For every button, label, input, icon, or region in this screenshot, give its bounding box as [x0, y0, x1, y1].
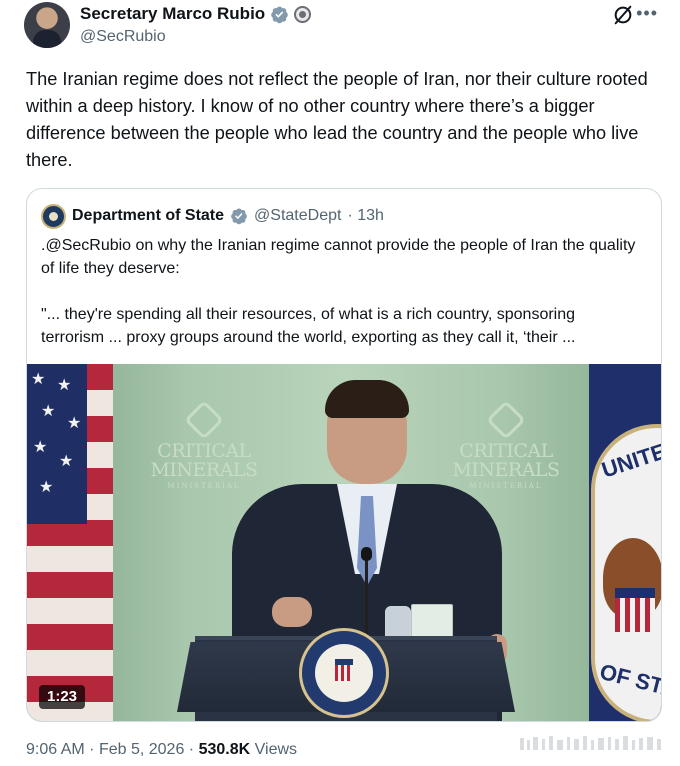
- flag-seal: UNITE OF STA: [591, 424, 662, 721]
- meta-separator: ·: [89, 741, 95, 758]
- quoted-verified-badge-icon: [231, 208, 247, 225]
- flag-canton: ★ ★ ★ ★ ★ ★ ★: [27, 364, 87, 524]
- star-icon: ★: [33, 439, 48, 456]
- star-icon: ★: [39, 479, 54, 496]
- star-icon: ★: [59, 453, 74, 470]
- author-name-row: Secretary Marco Rubio: [80, 4, 312, 24]
- tweet-date[interactable]: Feb 5, 2026: [99, 741, 184, 758]
- american-flag: ★ ★ ★ ★ ★ ★ ★: [27, 364, 113, 721]
- microphone-icon: [361, 547, 372, 561]
- more-options-icon[interactable]: •••: [636, 4, 658, 22]
- watermark-logo-icon: [520, 736, 661, 750]
- author-handle[interactable]: @SecRubio: [80, 28, 166, 46]
- tweet-time[interactable]: 9:06 AM: [26, 741, 85, 758]
- seal-inner: [315, 644, 373, 702]
- grok-icon[interactable]: [612, 4, 634, 26]
- quoted-author-name[interactable]: Department of State: [72, 207, 224, 225]
- quoted-avatar[interactable]: [41, 203, 66, 229]
- hexagon-logo-icon: [184, 400, 224, 440]
- quoted-text: .@SecRubio on why the Iranian regime can…: [41, 234, 641, 372]
- author-avatar[interactable]: [24, 2, 70, 48]
- shield-icon: [615, 588, 655, 632]
- views-count: 530.8K: [198, 741, 251, 758]
- government-badge-icon: [294, 5, 312, 23]
- speaker-hand-left: [272, 597, 312, 627]
- quoted-text-line2: "... they're spending all their resource…: [41, 306, 576, 346]
- tweet-text: The Iranian regime does not reflect the …: [26, 69, 648, 170]
- views-label: Views: [254, 741, 298, 758]
- tweet-meta: 9:06 AM · Feb 5, 2026 · 530.8K Views: [26, 741, 297, 759]
- seal-text-top: UNITE: [598, 438, 662, 483]
- seal-text-bottom: OF STA: [597, 658, 662, 703]
- quoted-author-handle[interactable]: @StateDept: [254, 207, 341, 225]
- star-icon: ★: [31, 371, 46, 388]
- quoted-text-line1: .@SecRubio on why the Iranian regime can…: [41, 237, 636, 277]
- seal-shield-icon: [335, 659, 353, 681]
- quoted-tweet[interactable]: Department of State @StateDept · 13h .@S…: [26, 188, 662, 722]
- cup: [411, 604, 453, 640]
- star-icon: ★: [41, 403, 56, 420]
- state-department-seal-icon: [299, 628, 389, 718]
- video-player[interactable]: CRITICAL MINERALS MINISTERIAL CRITICAL M…: [27, 364, 662, 721]
- star-icon: ★: [67, 415, 82, 432]
- verified-badge-icon: [271, 6, 288, 23]
- star-icon: ★: [57, 377, 72, 394]
- microphone-stem: [365, 554, 368, 644]
- video-duration-badge: 1:23: [39, 685, 86, 709]
- meta-separator: ·: [188, 741, 195, 758]
- speaker-hair: [325, 380, 409, 418]
- water-bottle: [385, 606, 411, 640]
- state-department-flag: UNITE OF STA: [589, 364, 662, 721]
- quoted-time[interactable]: · 13h: [347, 207, 383, 225]
- quoted-header: Department of State @StateDept · 13h: [41, 203, 384, 229]
- author-name[interactable]: Secretary Marco Rubio: [80, 4, 265, 24]
- tweet-header: Secretary Marco Rubio @SecRubio •••: [24, 2, 664, 50]
